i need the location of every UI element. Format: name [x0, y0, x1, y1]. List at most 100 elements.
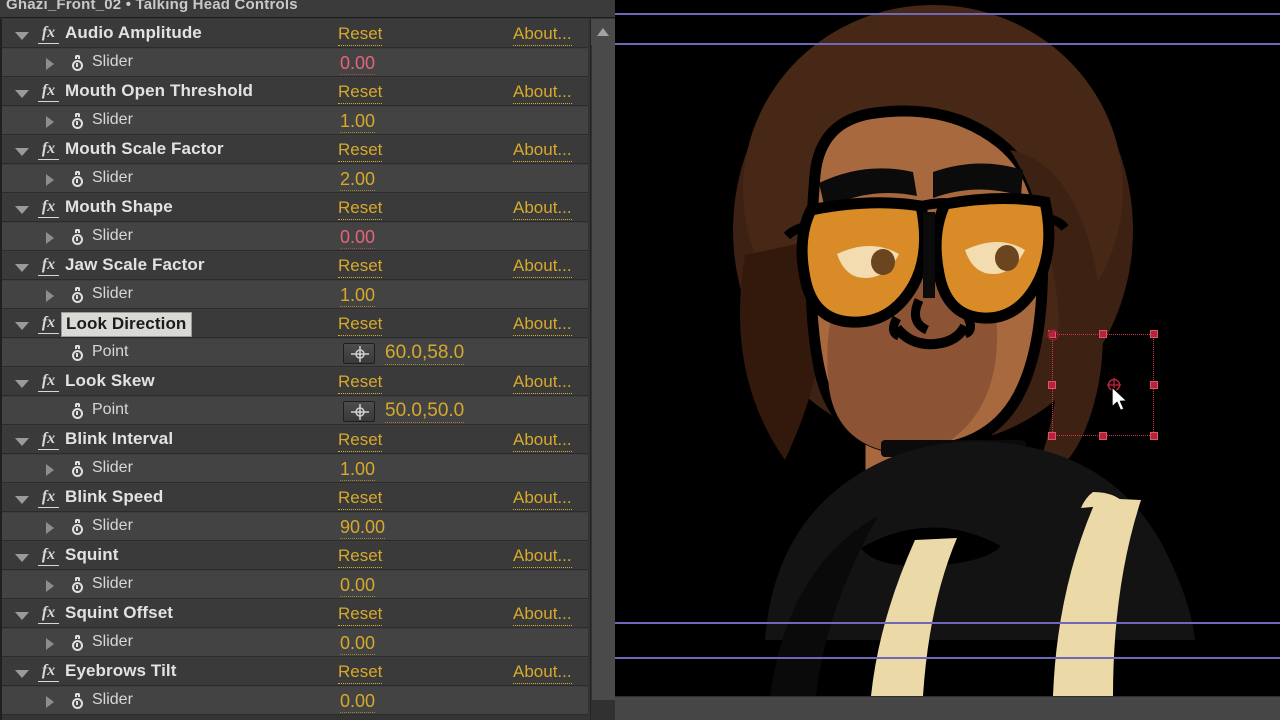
about-button[interactable]: About...: [513, 487, 572, 510]
disclosure-triangle-right-icon[interactable]: [46, 232, 54, 244]
disclosure-triangle-right-icon[interactable]: [46, 522, 54, 534]
property-name[interactable]: Point: [92, 401, 128, 419]
property-row[interactable]: Slider 1.00: [2, 106, 588, 135]
property-name[interactable]: Slider: [92, 575, 133, 593]
stopwatch-icon[interactable]: [70, 635, 86, 653]
property-name[interactable]: Slider: [92, 517, 133, 535]
stopwatch-icon[interactable]: [70, 693, 86, 711]
property-row[interactable]: Slider 0.00: [2, 628, 588, 657]
property-row[interactable]: Slider 90.00: [2, 512, 588, 541]
disclosure-triangle-down-icon[interactable]: [15, 206, 29, 214]
effect-name[interactable]: Squint Offset: [65, 603, 173, 623]
disclosure-triangle-down-icon[interactable]: [15, 670, 29, 678]
disclosure-triangle-down-icon[interactable]: [15, 148, 29, 156]
disclosure-triangle-down-icon[interactable]: [15, 438, 29, 446]
fx-icon[interactable]: fx: [38, 315, 59, 334]
effect-row[interactable]: fx Blink Speed Reset About...: [2, 483, 588, 512]
effect-row[interactable]: fx Audio Amplitude Reset About...: [2, 19, 588, 48]
disclosure-triangle-right-icon[interactable]: [46, 464, 54, 476]
stopwatch-icon[interactable]: [70, 403, 86, 421]
guide-line[interactable]: [615, 13, 1280, 15]
reset-button[interactable]: Reset: [338, 23, 383, 46]
property-value[interactable]: 2.00: [340, 168, 376, 191]
effect-name[interactable]: Look Skew: [65, 371, 155, 391]
disclosure-triangle-right-icon[interactable]: [46, 638, 54, 650]
effect-name[interactable]: Blink Interval: [65, 429, 173, 449]
fx-icon[interactable]: fx: [38, 25, 59, 44]
reset-button[interactable]: Reset: [338, 371, 383, 394]
property-row[interactable]: Slider 2.00: [2, 164, 588, 193]
stopwatch-icon[interactable]: [70, 55, 86, 73]
property-row[interactable]: Slider 0.00: [2, 686, 588, 715]
composition-canvas[interactable]: [615, 0, 1280, 696]
stopwatch-icon[interactable]: [70, 287, 86, 305]
stopwatch-icon[interactable]: [70, 461, 86, 479]
stopwatch-icon[interactable]: [70, 113, 86, 131]
effect-row[interactable]: fx Mouth Scale Factor Reset About...: [2, 135, 588, 164]
reset-button[interactable]: Reset: [338, 255, 383, 278]
property-row[interactable]: Slider 1.00: [2, 280, 588, 309]
about-button[interactable]: About...: [513, 371, 572, 394]
property-value[interactable]: 1.00: [340, 284, 376, 307]
about-button[interactable]: About...: [513, 255, 572, 278]
effect-row[interactable]: fx Jaw Scale Factor Reset About...: [2, 251, 588, 280]
reset-button[interactable]: Reset: [338, 603, 383, 626]
disclosure-triangle-down-icon[interactable]: [15, 322, 29, 330]
about-button[interactable]: About...: [513, 197, 572, 220]
fx-icon[interactable]: fx: [38, 663, 59, 682]
reset-button[interactable]: Reset: [338, 545, 383, 568]
effect-name[interactable]: Mouth Shape: [65, 197, 173, 217]
property-value[interactable]: 90.00: [340, 516, 386, 539]
property-row[interactable]: Slider 1.00: [2, 454, 588, 483]
about-button[interactable]: About...: [513, 313, 572, 336]
disclosure-triangle-right-icon[interactable]: [46, 580, 54, 592]
property-name[interactable]: Slider: [92, 169, 133, 187]
effect-name[interactable]: Blink Speed: [65, 487, 163, 507]
fx-icon[interactable]: fx: [38, 257, 59, 276]
effect-name[interactable]: Eyebrows Tilt: [65, 661, 177, 681]
reset-button[interactable]: Reset: [338, 197, 383, 220]
disclosure-triangle-down-icon[interactable]: [15, 32, 29, 40]
disclosure-triangle-down-icon[interactable]: [15, 612, 29, 620]
reset-button[interactable]: Reset: [338, 429, 383, 452]
property-name[interactable]: Slider: [92, 53, 133, 71]
effect-row[interactable]: fx Mouth Shape Reset About...: [2, 193, 588, 222]
property-name[interactable]: Slider: [92, 691, 133, 709]
disclosure-triangle-right-icon[interactable]: [46, 174, 54, 186]
effect-row[interactable]: fx Look Skew Reset About...: [2, 367, 588, 396]
fx-icon[interactable]: fx: [38, 141, 59, 160]
vertical-scrollbar[interactable]: [590, 19, 615, 720]
scrollbar-thumb[interactable]: [592, 45, 615, 700]
about-button[interactable]: About...: [513, 23, 572, 46]
fx-icon[interactable]: fx: [38, 431, 59, 450]
fx-icon[interactable]: fx: [38, 489, 59, 508]
about-button[interactable]: About...: [513, 81, 572, 104]
disclosure-triangle-down-icon[interactable]: [15, 90, 29, 98]
property-name[interactable]: Slider: [92, 633, 133, 651]
effect-name[interactable]: Jaw Scale Factor: [65, 255, 205, 275]
fx-icon[interactable]: fx: [38, 547, 59, 566]
effect-row[interactable]: fx Mouth Open Threshold Reset About...: [2, 77, 588, 106]
disclosure-triangle-down-icon[interactable]: [15, 496, 29, 504]
fx-icon[interactable]: fx: [38, 605, 59, 624]
reset-button[interactable]: Reset: [338, 313, 383, 336]
effect-row[interactable]: fx Squint Offset Reset About...: [2, 599, 588, 628]
stopwatch-icon[interactable]: [70, 345, 86, 363]
property-name[interactable]: Point: [92, 343, 128, 361]
property-row[interactable]: Slider 0.00: [2, 222, 588, 251]
property-value[interactable]: 0.00: [340, 632, 376, 655]
effect-name[interactable]: Audio Amplitude: [65, 23, 202, 43]
property-value[interactable]: 0.00: [340, 52, 376, 75]
reset-button[interactable]: Reset: [338, 661, 383, 684]
about-button[interactable]: About...: [513, 139, 572, 162]
stopwatch-icon[interactable]: [70, 577, 86, 595]
property-value[interactable]: 1.00: [340, 458, 376, 481]
property-row[interactable]: Point 50.0,50.0: [2, 396, 588, 425]
property-value[interactable]: 50.0,50.0: [385, 400, 465, 423]
effect-row[interactable]: fx Eyebrows Tilt Reset About...: [2, 657, 588, 686]
about-button[interactable]: About...: [513, 429, 572, 452]
effect-name[interactable]: Look Direction: [61, 312, 193, 337]
guide-line[interactable]: [615, 43, 1280, 45]
property-name[interactable]: Slider: [92, 459, 133, 477]
effect-name[interactable]: Squint: [65, 545, 118, 565]
